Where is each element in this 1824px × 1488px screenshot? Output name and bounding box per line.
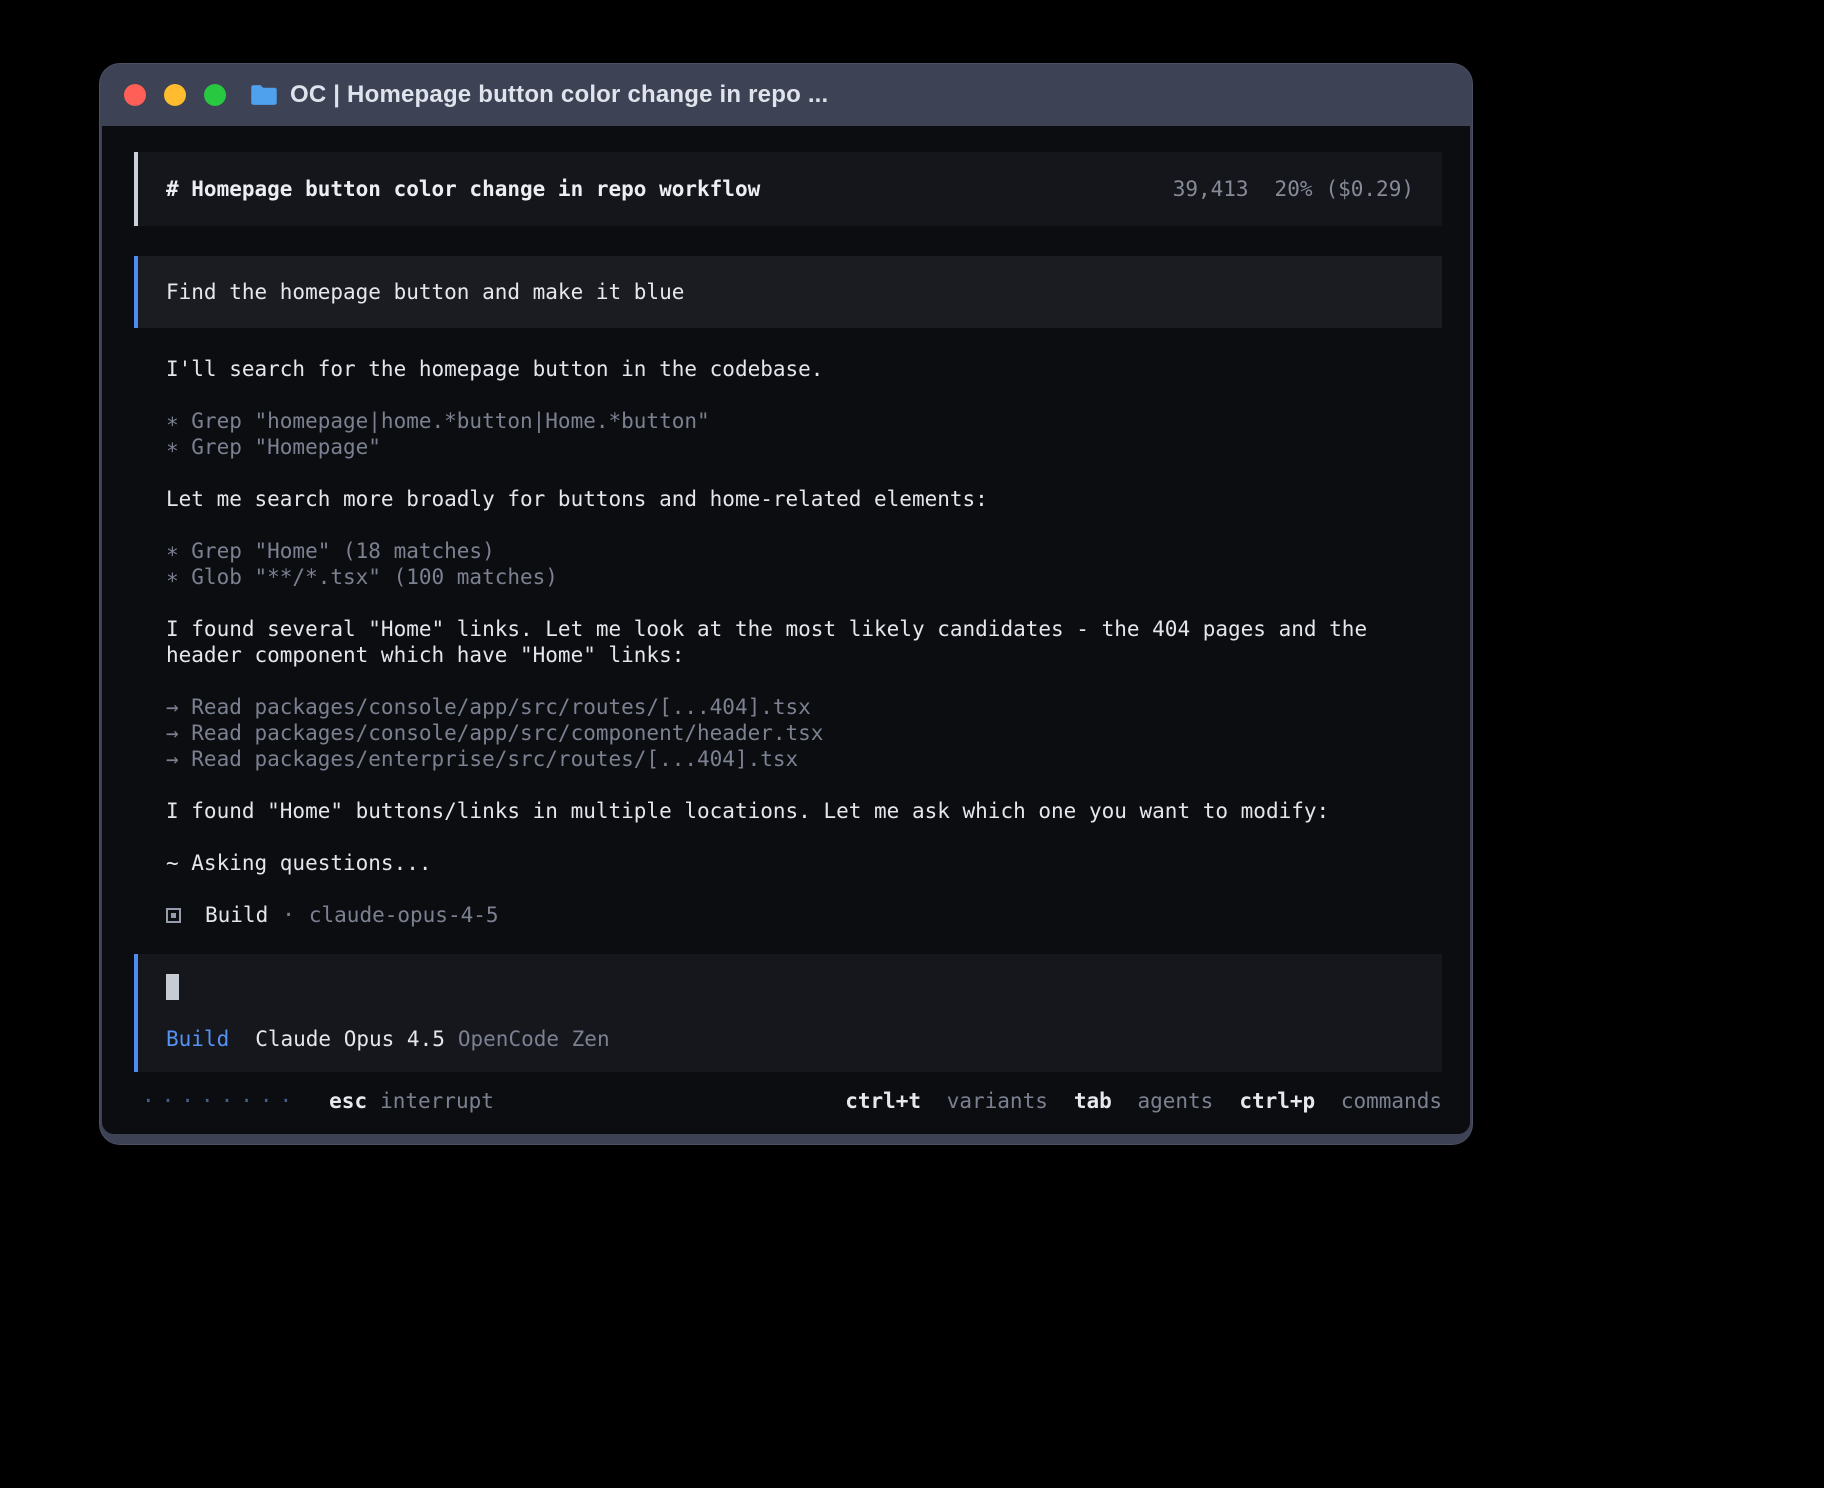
input-provider-label: OpenCode Zen [458, 1026, 610, 1052]
tool-call-group: ∗ Grep "homepage|home.*button|Home.*butt… [134, 408, 1442, 460]
titlebar[interactable]: OC | Homepage button color change in rep… [102, 64, 1470, 126]
tool-call-group: → Read packages/console/app/src/routes/[… [134, 694, 1442, 772]
tool-call-glob: ∗ Glob "**/*.tsx" (100 matches) [166, 564, 1442, 590]
agent-info-line: Build · claude-opus-4-5 [134, 902, 1442, 928]
shortcut-hint-variants: ctrl+t variants [845, 1088, 1048, 1114]
tool-call-group: ∗ Grep "Home" (18 matches) ∗ Glob "**/*.… [134, 538, 1442, 590]
input-meta: Build Claude Opus 4.5 OpenCode Zen [166, 1026, 1414, 1052]
statusbar: ········ esc interrupt ctrl+t variants t… [134, 1086, 1442, 1116]
variants-label: variants [947, 1089, 1048, 1113]
prompt-input-line[interactable] [166, 974, 1414, 1000]
tool-call-read: → Read packages/console/app/src/routes/[… [166, 694, 1442, 720]
tool-call-read: → Read packages/enterprise/src/routes/[.… [166, 746, 1442, 772]
minimize-button[interactable] [164, 84, 186, 106]
esc-key-label: interrupt [380, 1088, 494, 1114]
session-header: # Homepage button color change in repo w… [134, 152, 1442, 226]
agent-model: claude-opus-4-5 [309, 902, 499, 928]
tool-call-grep: ∗ Grep "homepage|home.*button|Home.*butt… [166, 408, 1442, 434]
session-title: # Homepage button color change in repo w… [166, 176, 760, 202]
context-percent: 20% [1275, 176, 1313, 202]
agents-label: agents [1137, 1089, 1213, 1113]
assistant-text: I'll search for the homepage button in t… [134, 356, 1442, 382]
assistant-text: Let me search more broadly for buttons a… [134, 486, 1442, 512]
assistant-text: I found "Home" buttons/links in multiple… [134, 798, 1442, 824]
tool-call-grep: ∗ Grep "Homepage" [166, 434, 1442, 460]
zoom-button[interactable] [204, 84, 226, 106]
shortcut-hint-commands: ctrl+p commands [1239, 1088, 1442, 1114]
user-message: Find the homepage button and make it blu… [134, 256, 1442, 328]
tab-key: tab [1074, 1089, 1112, 1113]
terminal-window: OC | Homepage button color change in rep… [100, 64, 1472, 1144]
esc-key-hint: esc [329, 1088, 367, 1114]
statusbar-left: ········ esc interrupt [142, 1088, 494, 1114]
terminal-content: # Homepage button color change in repo w… [102, 126, 1470, 1134]
statusbar-right: ctrl+t variants tab agents ctrl+p comman… [819, 1088, 1442, 1114]
input-mode-label: Build [166, 1026, 229, 1052]
shortcut-hint-agents: tab agents [1074, 1088, 1213, 1114]
tool-call-grep: ∗ Grep "Home" (18 matches) [166, 538, 1442, 564]
tool-call-read: → Read packages/console/app/src/componen… [166, 720, 1442, 746]
prompt-input[interactable]: Build Claude Opus 4.5 OpenCode Zen [134, 954, 1442, 1072]
assistant-text: I found several "Home" links. Let me loo… [134, 616, 1442, 668]
agent-separator: · [282, 902, 295, 928]
agent-icon [166, 908, 181, 923]
token-count: 39,413 [1173, 176, 1249, 202]
input-model-label: Claude Opus 4.5 [255, 1026, 445, 1052]
text-cursor [166, 974, 179, 1000]
commands-label: commands [1341, 1089, 1442, 1113]
window-title: OC | Homepage button color change in rep… [290, 81, 828, 109]
asking-status: ~ Asking questions... [134, 850, 1442, 876]
ctrl-t-key: ctrl+t [845, 1089, 921, 1113]
spinner-dots: ········ [142, 1088, 299, 1114]
ctrl-p-key: ctrl+p [1239, 1089, 1315, 1113]
folder-icon [250, 84, 278, 106]
agent-name: Build [205, 902, 268, 928]
desktop-background: OC | Homepage button color change in rep… [0, 0, 1824, 1488]
close-button[interactable] [124, 84, 146, 106]
session-cost: ($0.29) [1325, 176, 1414, 202]
session-stats: 39,413 20% ($0.29) [1173, 176, 1414, 202]
traffic-lights [124, 84, 226, 106]
user-message-text: Find the homepage button and make it blu… [166, 279, 684, 305]
